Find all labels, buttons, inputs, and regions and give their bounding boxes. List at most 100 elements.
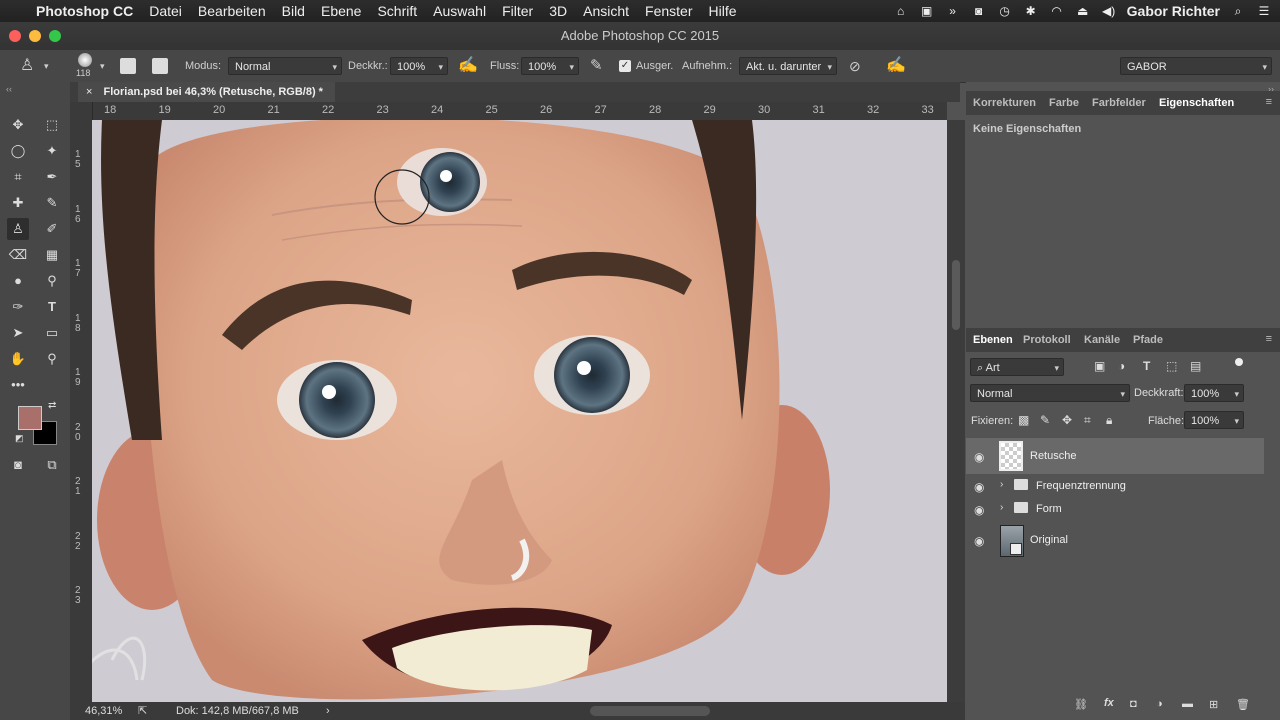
marquee-tool-icon[interactable]: ⬚ (41, 114, 63, 136)
minimize-window-button[interactable] (29, 30, 41, 42)
type-tool-icon[interactable]: T (41, 296, 63, 318)
notification-list-icon[interactable]: ☰ (1256, 5, 1272, 17)
tab-farbfelder[interactable]: Farbfelder (1092, 91, 1146, 115)
spotlight-search-icon[interactable]: ⌕ (1230, 5, 1246, 17)
tab-ebenen[interactable]: Ebenen (973, 328, 1013, 352)
ignore-adjustment-layers-icon[interactable]: ⊘ (849, 50, 861, 82)
export-icon[interactable]: ⇱ (138, 702, 147, 720)
wifi-icon[interactable]: ◠ (1049, 5, 1065, 17)
blur-tool-icon[interactable]: ● (7, 270, 29, 292)
eject-icon[interactable]: ⏏ (1075, 5, 1091, 17)
menu-filter[interactable]: Filter (494, 3, 541, 19)
drive-icon[interactable]: ▣ (919, 5, 935, 17)
default-colors-icon[interactable]: ◩ (15, 433, 24, 444)
layer-style-fx-icon[interactable]: fx (1104, 697, 1114, 709)
tab-protokoll[interactable]: Protokoll (1023, 328, 1071, 352)
layer-blend-mode-select[interactable]: Normal ▾ (970, 384, 1130, 402)
home-icon[interactable]: ⌂ (893, 5, 909, 17)
brush-picker-chevron-icon[interactable]: ▾ (100, 50, 105, 82)
lock-pixels-icon[interactable]: ✎ (1040, 413, 1050, 427)
new-group-icon[interactable]: ▬ (1182, 698, 1193, 710)
volume-icon[interactable]: ◀) (1101, 5, 1117, 17)
menu-3d[interactable]: 3D (541, 3, 575, 19)
visibility-eye-icon[interactable]: ◉ (974, 480, 988, 494)
filter-type-icon[interactable]: T (1143, 359, 1150, 373)
dodge-tool-icon[interactable]: ⚲ (41, 270, 63, 292)
aligned-checkbox[interactable]: ✓ (619, 60, 631, 72)
tab-eigenschaften[interactable]: Eigenschaften (1159, 91, 1234, 115)
visibility-eye-icon[interactable]: ◉ (974, 503, 988, 517)
add-mask-icon[interactable]: ◘ (1130, 698, 1137, 710)
layer-row-form[interactable]: ◉ › Form (966, 498, 1264, 521)
bluetooth-icon[interactable]: ✱ (1023, 5, 1039, 17)
group-expand-chevron-icon[interactable]: › (1000, 479, 1003, 490)
new-adjustment-layer-icon[interactable]: ◑ (1156, 698, 1163, 710)
filter-smart-object-icon[interactable]: ▤ (1190, 359, 1201, 373)
time-machine-icon[interactable]: ◷ (997, 5, 1013, 17)
menu-ebene[interactable]: Ebene (313, 3, 369, 19)
document-info[interactable]: Dok: 142,8 MB/667,8 MB (176, 702, 299, 720)
panel-menu-icon[interactable]: ≡ (1266, 333, 1272, 345)
path-selection-tool-icon[interactable]: ➤ (7, 322, 29, 344)
layer-fill-select[interactable]: 100% ▾ (1184, 411, 1244, 429)
menu-auswahl[interactable]: Auswahl (425, 3, 494, 19)
layer-row-retusche[interactable]: ◉ Retusche (966, 438, 1264, 474)
lock-all-icon[interactable]: 🔒︎ (1106, 413, 1112, 428)
delete-layer-icon[interactable]: 🗑︎ (1236, 698, 1250, 711)
more-tools-icon[interactable]: ••• (7, 374, 29, 396)
lock-artboard-icon[interactable]: ⌗ (1084, 413, 1091, 428)
lock-transparency-icon[interactable]: ▩ (1018, 413, 1029, 427)
close-window-button[interactable] (9, 30, 21, 42)
zoom-level[interactable]: 46,31% (85, 702, 122, 720)
layer-row-frequenztrennung[interactable]: ◉ › Frequenztrennung (966, 475, 1264, 498)
status-menu-chevron-icon[interactable]: › (326, 702, 330, 720)
pressure-size-icon[interactable]: ✍ (886, 50, 906, 82)
filter-toggle-icon[interactable] (1235, 358, 1243, 372)
layer-name[interactable]: Frequenztrennung (1036, 480, 1126, 492)
camera-icon[interactable]: ◙ (971, 5, 987, 17)
visibility-eye-icon[interactable]: ◉ (974, 534, 988, 548)
healing-brush-tool-icon[interactable]: ✚ (7, 192, 29, 214)
vertical-scroll-thumb[interactable] (952, 260, 960, 330)
app-menu[interactable]: Photoshop CC (28, 3, 141, 19)
layer-name[interactable]: Form (1036, 503, 1062, 515)
opacity-select[interactable]: 100% ▾ (390, 57, 448, 75)
zoom-tool-icon[interactable]: ⚲ (41, 348, 63, 370)
brush-panel-toggle-icon[interactable] (120, 58, 136, 74)
visibility-eye-icon[interactable]: ◉ (974, 450, 988, 464)
collapse-panel-icon[interactable]: ‹‹ (6, 84, 12, 94)
quick-mask-icon[interactable]: ◙ (7, 454, 29, 476)
screen-mode-icon[interactable]: ⧉ (41, 454, 63, 476)
clone-stamp-tool-icon[interactable]: ♙ (20, 50, 34, 82)
move-tool-icon[interactable]: ✥ (7, 114, 29, 136)
menu-schrift[interactable]: Schrift (369, 3, 425, 19)
forward-icon[interactable]: » (945, 5, 961, 17)
menu-fenster[interactable]: Fenster (637, 3, 700, 19)
workspace-select[interactable]: GABOR ▾ (1120, 57, 1272, 75)
zoom-window-button[interactable] (49, 30, 61, 42)
lock-position-icon[interactable]: ✥ (1062, 413, 1072, 427)
brush-preview-icon[interactable] (78, 53, 92, 67)
menu-ansicht[interactable]: Ansicht (575, 3, 637, 19)
menu-bearbeiten[interactable]: Bearbeiten (190, 3, 274, 19)
document-canvas[interactable] (92, 120, 947, 702)
link-layers-icon[interactable]: ⛓ (1074, 698, 1088, 711)
brush-tool-icon[interactable]: ✎ (41, 192, 63, 214)
close-tab-icon[interactable]: × (86, 86, 92, 98)
document-tab[interactable]: × Florian.psd bei 46,3% (Retusche, RGB/8… (78, 82, 335, 102)
new-layer-icon[interactable]: ⊞ (1209, 698, 1218, 711)
filter-adjustment-icon[interactable]: ◑ (1118, 359, 1125, 373)
eraser-tool-icon[interactable]: ⌫ (7, 244, 29, 266)
filter-shape-icon[interactable]: ⬚ (1166, 359, 1177, 373)
menu-bild[interactable]: Bild (274, 3, 313, 19)
rectangle-tool-icon[interactable]: ▭ (41, 322, 63, 344)
hand-tool-icon[interactable]: ✋ (7, 348, 29, 370)
horizontal-scroll-thumb[interactable] (590, 706, 710, 716)
tab-farbe[interactable]: Farbe (1049, 91, 1079, 115)
layer-row-original[interactable]: ◉ Original (966, 523, 1264, 557)
user-name[interactable]: Gabor Richter (1127, 3, 1220, 19)
vertical-scrollbar[interactable] (947, 120, 965, 702)
menu-hilfe[interactable]: Hilfe (701, 3, 745, 19)
tab-pfade[interactable]: Pfade (1133, 328, 1163, 352)
layer-name[interactable]: Original (1030, 534, 1068, 546)
